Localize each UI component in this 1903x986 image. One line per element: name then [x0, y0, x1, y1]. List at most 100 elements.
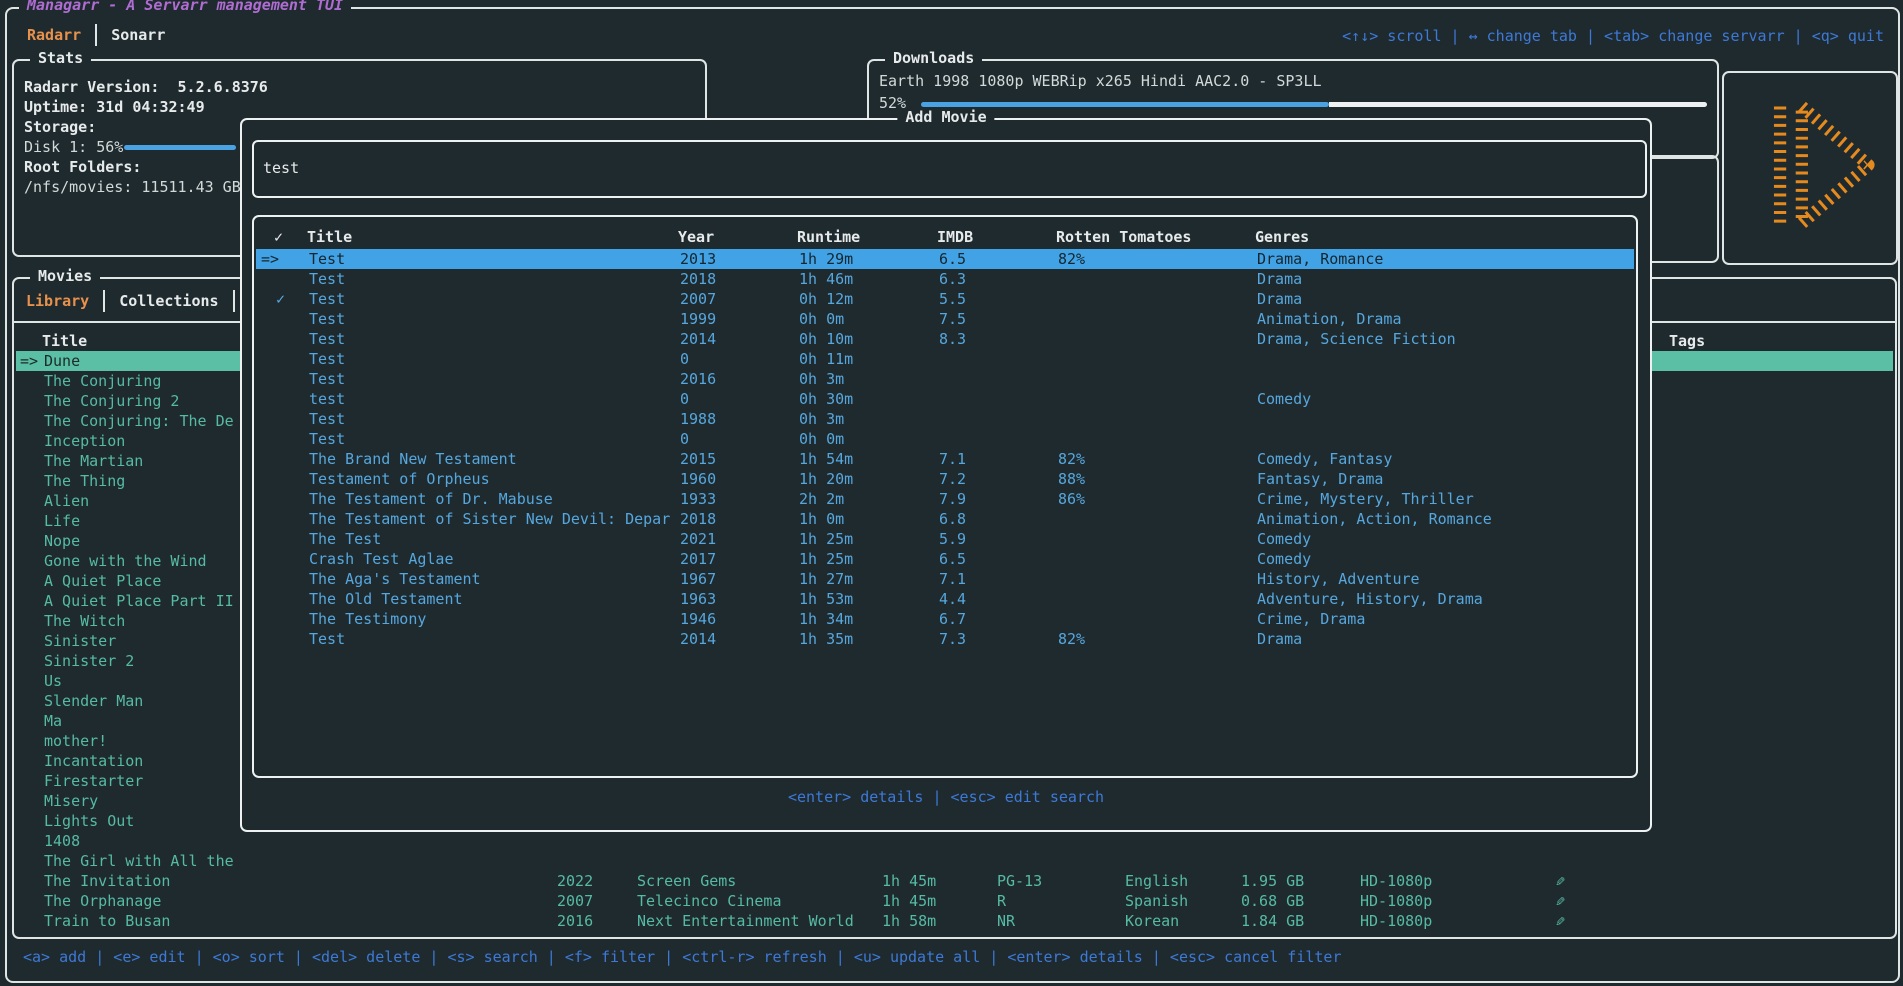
result-genres: Animation, Action, Romance — [1257, 509, 1637, 529]
search-result-row[interactable]: Test20141h 35m7.382%Drama — [256, 629, 1634, 649]
search-result-row[interactable]: =>Test20131h 29m6.582%Drama, Romance — [256, 249, 1634, 269]
movie-title: The Witch — [44, 611, 246, 631]
result-year: 0 — [680, 429, 689, 449]
result-runtime: 1h 53m — [799, 589, 853, 609]
result-runtime: 0h 0m — [799, 309, 844, 329]
result-rotten-tomatoes: 88% — [1058, 469, 1085, 489]
result-year: 0 — [680, 349, 689, 369]
movie-title: A Quiet Place Part II — [44, 591, 246, 611]
movie-title: Nope — [44, 531, 246, 551]
search-result-row[interactable]: Test00h 11m — [256, 349, 1634, 369]
result-imdb-rating: 7.2 — [939, 469, 966, 489]
tab-radarr[interactable]: Radarr — [23, 26, 85, 44]
movie-runtime: 1h 58m — [882, 911, 936, 931]
tags-column-header: Tags — [1669, 331, 1705, 351]
result-title: Test — [309, 409, 677, 429]
result-title: Test — [309, 369, 677, 389]
result-runtime: 1h 0m — [799, 509, 844, 529]
search-result-row[interactable]: Test20140h 10m8.3Drama, Science Fiction — [256, 329, 1634, 349]
managarr-logo-icon — [1742, 90, 1878, 240]
movie-quality: HD-1080p — [1360, 871, 1432, 891]
result-genres: Drama — [1257, 629, 1637, 649]
search-result-row[interactable]: Test20181h 46m6.3Drama — [256, 269, 1634, 289]
search-result-row[interactable]: Test00h 0m — [256, 429, 1634, 449]
search-result-row[interactable]: The Testament of Sister New Devil: Depar… — [256, 509, 1634, 529]
search-result-row[interactable]: Crash Test Aglae20171h 25m6.5Comedy — [256, 549, 1634, 569]
popup-keybind-hints: <enter> details | <esc> edit search — [242, 788, 1650, 806]
result-genres: Crime, Drama — [1257, 609, 1637, 629]
disk-usage: Disk 1: 56% — [24, 137, 123, 157]
search-result-row[interactable]: The Brand New Testament20151h 54m7.182%C… — [256, 449, 1634, 469]
movie-title: Incantation — [44, 751, 246, 771]
movie-size: 0.68 GB — [1241, 891, 1304, 911]
downloads-panel-title: Downloads — [885, 49, 982, 67]
movie-row[interactable]: Train to Busan2016Next Entertainment Wor… — [16, 911, 1893, 931]
search-result-row[interactable]: The Aga's Testament19671h 27m7.1History,… — [256, 569, 1634, 589]
download-item[interactable]: Earth 1998 1080p WEBRip x265 Hindi AAC2.… — [879, 71, 1322, 91]
movie-row[interactable]: The Girl with All the — [16, 851, 1893, 871]
result-title: The Testament of Sister New Devil: Depar — [309, 509, 677, 529]
movie-title: The Conjuring 2 — [44, 391, 246, 411]
search-result-row[interactable]: The Testimony19461h 34m6.7Crime, Drama — [256, 609, 1634, 629]
result-title: The Old Testament — [309, 589, 677, 609]
result-imdb-rating: 6.5 — [939, 549, 966, 569]
result-year: 1946 — [680, 609, 716, 629]
search-result-row[interactable]: Testament of Orpheus19601h 20m7.288%Fant… — [256, 469, 1634, 489]
result-year: 1999 — [680, 309, 716, 329]
result-genres: Comedy — [1257, 529, 1637, 549]
movie-title: Misery — [44, 791, 246, 811]
stats-panel-title: Stats — [30, 49, 91, 67]
result-genres: Drama, Science Fiction — [1257, 329, 1637, 349]
selected-row-arrow: => — [20, 351, 38, 371]
movie-row[interactable]: The Invitation2022Screen Gems1h 45mPG-13… — [16, 871, 1893, 891]
search-result-row[interactable]: Test1988 0h 3m — [256, 409, 1634, 429]
result-year: 1963 — [680, 589, 716, 609]
tab-collections[interactable]: Collections — [115, 292, 222, 310]
movie-certification: R — [997, 891, 1006, 911]
result-genres: Drama, Romance — [1257, 249, 1637, 269]
result-year: 2015 — [680, 449, 716, 469]
search-result-row[interactable]: Test19990h 0m7.5Animation, Drama — [256, 309, 1634, 329]
result-runtime: 0h 0m — [799, 429, 844, 449]
results-column-header: Runtime — [797, 227, 860, 247]
result-title: Testament of Orpheus — [309, 469, 677, 489]
movie-title: Sinister — [44, 631, 246, 651]
result-imdb-rating: 7.9 — [939, 489, 966, 509]
movie-search-input[interactable]: test — [252, 140, 1647, 198]
result-year: 2016 — [680, 369, 716, 389]
title-column-header: Title — [42, 331, 87, 351]
search-results-table: ✓TitleYearRuntimeIMDBRotten TomatoesGenr… — [252, 215, 1638, 778]
result-imdb-rating: 7.1 — [939, 569, 966, 589]
movie-title: Alien — [44, 491, 246, 511]
search-result-row[interactable]: The Testament of Dr. Mabuse19332h 2m7.98… — [256, 489, 1634, 509]
results-column-header: ✓ — [274, 227, 283, 247]
movie-title: A Quiet Place — [44, 571, 246, 591]
result-imdb-rating: 7.1 — [939, 449, 966, 469]
tab-divider — [95, 24, 97, 46]
search-result-row[interactable]: The Test20211h 25m5.9Comedy — [256, 529, 1634, 549]
result-runtime: 0h 11m — [799, 349, 853, 369]
tab-library[interactable]: Library — [22, 292, 93, 310]
search-result-row[interactable]: Test2016 0h 3m — [256, 369, 1634, 389]
result-title: Crash Test Aglae — [309, 549, 677, 569]
results-column-header: IMDB — [937, 227, 973, 247]
search-result-row[interactable]: ✓Test20070h 12m5.5Drama — [256, 289, 1634, 309]
result-genres: Drama — [1257, 269, 1637, 289]
app-title: Managarr - A Servarr management TUI — [19, 0, 351, 14]
movie-row[interactable]: 1408 — [16, 831, 1893, 851]
result-runtime: 0h 3m — [799, 369, 844, 389]
tab-sonarr[interactable]: Sonarr — [107, 26, 169, 44]
result-title: test — [309, 389, 677, 409]
result-runtime: 0h 3m — [799, 409, 844, 429]
movie-row[interactable]: The Orphanage2007Telecinco Cinema1h 45mR… — [16, 891, 1893, 911]
search-result-row[interactable]: test00h 30mComedy — [256, 389, 1634, 409]
result-genres — [1257, 349, 1637, 369]
result-year: 1988 — [680, 409, 716, 429]
result-imdb-rating: 6.5 — [939, 249, 966, 269]
movie-runtime: 1h 45m — [882, 891, 936, 911]
result-title: Test — [309, 309, 677, 329]
uptime: Uptime: 31d 04:32:49 — [24, 97, 205, 117]
result-runtime: 1h 25m — [799, 549, 853, 569]
result-rotten-tomatoes: 86% — [1058, 489, 1085, 509]
search-result-row[interactable]: The Old Testament19631h 53m4.4Adventure,… — [256, 589, 1634, 609]
